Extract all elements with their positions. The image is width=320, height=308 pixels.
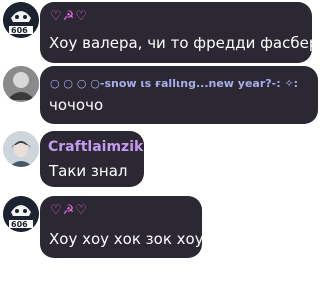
avatar-label: 606 — [11, 220, 28, 229]
avatar[interactable]: 606 — [3, 196, 39, 232]
message-text: Хоу хоу хок зок хоу — [49, 230, 204, 248]
message-bubble[interactable]: ○ ○ ○ ○-ѕnow ιѕ ғallιng...new year?-: ✧:… — [40, 66, 318, 124]
sender-name[interactable]: ♡☭♡ — [50, 202, 88, 219]
sender-name[interactable]: Craftlaimzik — [48, 139, 143, 156]
message-bubble[interactable]: ♡☭♡ Хоу хоу хок зок хоу — [40, 196, 204, 258]
avatar[interactable] — [3, 131, 39, 167]
message-bubble[interactable]: Craftlaimzik Таки знал — [40, 131, 144, 187]
avatar[interactable]: 606 — [3, 2, 39, 38]
message-text: чочочо — [49, 96, 104, 114]
sender-name[interactable]: ♡☭♡ — [50, 8, 88, 25]
sender-name[interactable]: ○ ○ ○ ○-ѕnow ιѕ ғallιng...new year?-: ✧: — [50, 75, 298, 92]
avatar-image-icon — [3, 66, 39, 102]
message-bubble[interactable]: ♡☭♡ Хоу валера, чи то фредди фасбер — [40, 2, 318, 63]
avatar[interactable] — [3, 66, 39, 102]
avatar-image-icon — [3, 131, 39, 167]
message-text: Хоу валера, чи то фредди фасбер — [49, 34, 319, 52]
avatar-label: 606 — [11, 26, 28, 35]
message-text: Таки знал — [49, 162, 128, 180]
